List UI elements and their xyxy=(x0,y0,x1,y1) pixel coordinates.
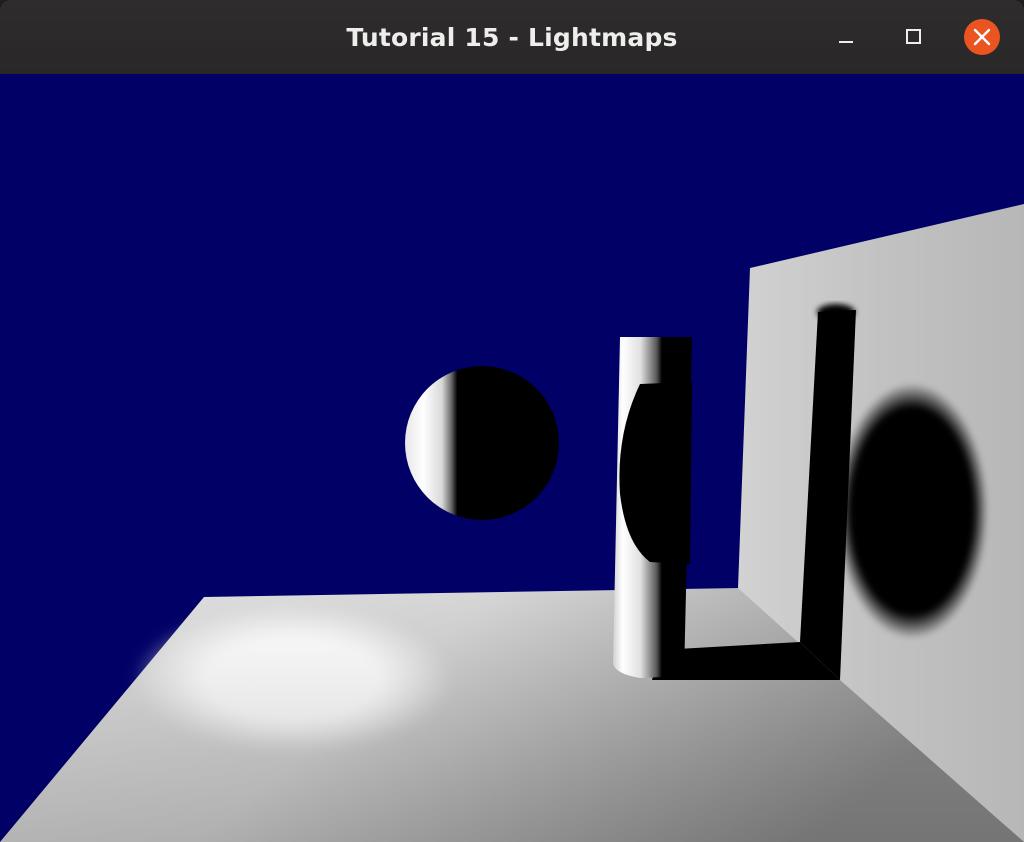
maximize-icon xyxy=(906,29,921,44)
rendered-scene xyxy=(0,204,1024,842)
minimize-button[interactable] xyxy=(828,19,864,55)
pillar xyxy=(613,337,692,678)
minimize-icon xyxy=(839,41,853,43)
window-title: Tutorial 15 - Lightmaps xyxy=(346,23,678,52)
close-button[interactable] xyxy=(964,19,1000,55)
sphere xyxy=(405,366,559,520)
maximize-button[interactable] xyxy=(896,19,932,55)
application-window: Tutorial 15 - Lightmaps xyxy=(0,0,1024,842)
title-bar[interactable]: Tutorial 15 - Lightmaps xyxy=(0,0,1024,74)
close-icon xyxy=(973,28,991,46)
opengl-viewport[interactable] xyxy=(0,74,1024,842)
